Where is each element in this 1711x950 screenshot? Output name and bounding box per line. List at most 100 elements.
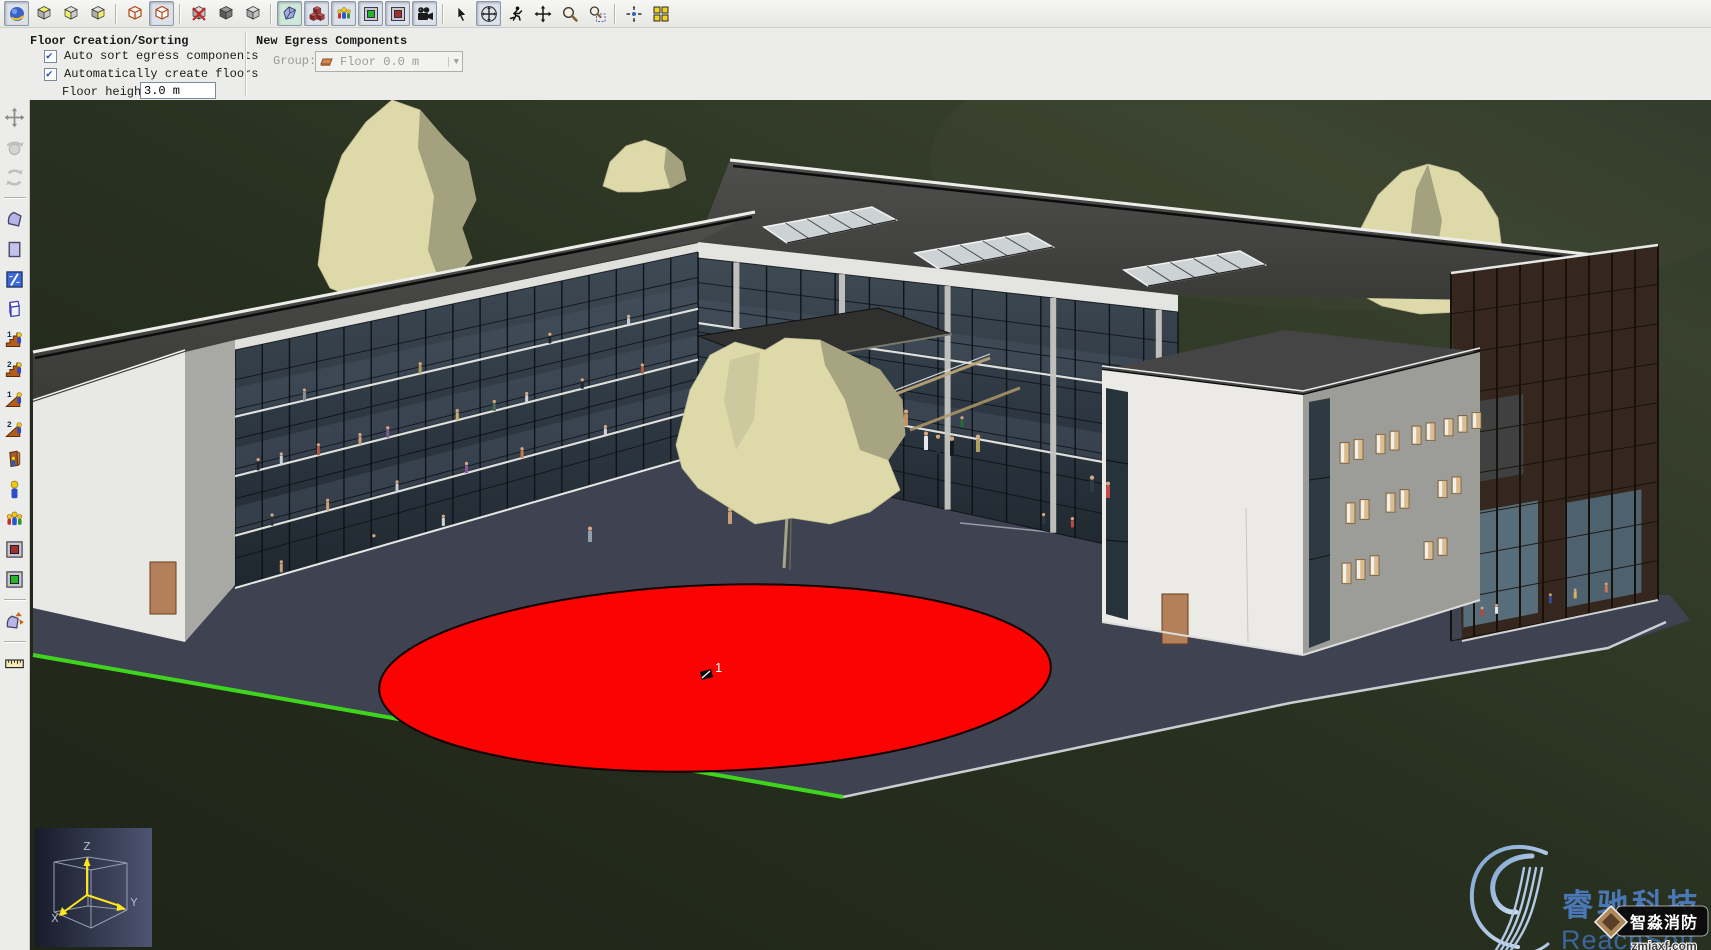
orbitArrow-icon [4, 137, 25, 158]
marker-label: 1 [715, 660, 722, 675]
ruler-icon [4, 653, 25, 674]
shard-icon [281, 5, 299, 23]
door-tool[interactable] [2, 446, 28, 472]
ramp-one-point-tool[interactable]: 1 [2, 386, 28, 412]
toolbar-separator [442, 4, 444, 24]
svg-text:2: 2 [7, 421, 12, 430]
stairs-one-point-tool[interactable]: 1 [2, 326, 28, 352]
move4-icon [4, 107, 25, 128]
fitGrid-icon [652, 5, 670, 23]
ramp1-icon: 1 [4, 389, 25, 410]
brown-glass-building[interactable] [1451, 245, 1658, 641]
cubeGray-icon [244, 5, 262, 23]
options-panel: Floor Creation/Sorting Auto sort egress … [0, 28, 1711, 101]
hidden-line-mode-button[interactable] [149, 1, 174, 26]
zoomMagBox-icon [588, 5, 606, 23]
person-icon [4, 479, 25, 500]
toolbar-separator [179, 4, 181, 24]
orbit-view-button[interactable] [4, 1, 29, 26]
entry-door-tool[interactable] [2, 566, 28, 592]
polygon-room-tool[interactable] [2, 206, 28, 232]
badge-url: zmjaxf.com [1631, 939, 1696, 950]
axis-gizmo[interactable]: ZYX [35, 828, 152, 947]
add-occupant-tool[interactable] [2, 476, 28, 502]
bricks-icon [308, 5, 326, 23]
cubeSide-icon [89, 5, 107, 23]
auto-create-checkbox[interactable] [44, 68, 57, 81]
cubeFront-icon [62, 5, 80, 23]
show-obstructions-toggle[interactable] [304, 1, 329, 26]
zoom-region-tool-button[interactable] [584, 1, 609, 26]
axis-x-label: X [51, 912, 58, 926]
floor-height-input[interactable] [140, 82, 216, 99]
badge-text: 智淼消防 [1630, 913, 1698, 932]
orbit-tool-button[interactable] [476, 1, 501, 26]
cubeDark-icon [217, 5, 235, 23]
measure-tool[interactable] [2, 650, 28, 676]
cubeX-icon [190, 5, 208, 23]
wireframe-mode-button[interactable] [122, 1, 147, 26]
zoomMag-icon [561, 5, 579, 23]
fit-view-button[interactable] [648, 1, 673, 26]
right-white-building[interactable] [1102, 330, 1481, 655]
toolbar-separator [270, 4, 272, 24]
drawing-toolbar: 1 2 1 2 [0, 100, 30, 950]
rectRoom-icon [4, 239, 25, 260]
floor-section-title: Floor Creation/Sorting [30, 34, 188, 48]
group-dropdown[interactable]: Floor 0.0 m ▼ [315, 51, 463, 72]
walkthrough-tool-button[interactable] [503, 1, 528, 26]
show-occupants-toggle[interactable] [331, 1, 356, 26]
doorRed-icon [4, 539, 25, 560]
orbit-view-tool [2, 134, 28, 160]
view-front-button[interactable] [58, 1, 83, 26]
pan-view-tool [2, 104, 28, 130]
hide-geometry-button[interactable] [186, 1, 211, 26]
zoom-tool-button[interactable] [557, 1, 582, 26]
solid-mode-button[interactable] [240, 1, 265, 26]
thin-wall-tool[interactable] [2, 266, 28, 292]
toolbar-separator [614, 4, 616, 24]
egress-section-title: New Egress Components [256, 34, 407, 48]
splitBlue-icon [4, 269, 25, 290]
view-side-button[interactable] [85, 1, 110, 26]
doorGreen-icon [4, 569, 25, 590]
doorTool-icon [4, 449, 25, 470]
sidebar-separator [4, 197, 26, 199]
exit-door-tool[interactable] [2, 536, 28, 562]
prism-icon [4, 299, 25, 320]
solid-dark-mode-button[interactable] [213, 1, 238, 26]
camera-icon [416, 5, 434, 23]
add-occupant-group-tool[interactable] [2, 506, 28, 532]
select-tool-button[interactable] [449, 1, 474, 26]
3d-viewport[interactable]: 1ZYX睿驰科技ReachSoft智淼消防zmjaxf.com [30, 100, 1711, 950]
cubeTop-icon [35, 5, 53, 23]
show-cameras-toggle[interactable] [412, 1, 437, 26]
panel-divider [245, 32, 247, 96]
reset-camera-button[interactable] [621, 1, 646, 26]
rectangle-room-tool[interactable] [2, 236, 28, 262]
toolbar-separator [115, 4, 117, 24]
stairs-two-point-tool[interactable]: 2 [2, 356, 28, 382]
show-terrain-toggle[interactable] [277, 1, 302, 26]
ramp-two-point-tool[interactable]: 2 [2, 416, 28, 442]
auto-sort-checkbox[interactable] [44, 50, 57, 63]
move-objects-tool[interactable] [2, 608, 28, 634]
floor-slab-icon [319, 56, 335, 68]
sidebar-separator [4, 641, 26, 643]
group-label: Group: [273, 54, 316, 68]
auto-create-label: Automatically create floors [64, 67, 258, 81]
orbitBlue-icon [8, 5, 26, 23]
runner-icon [507, 5, 525, 23]
axis-y-label: Y [130, 896, 137, 910]
show-entry-doors-toggle[interactable] [358, 1, 383, 26]
auto-sort-label: Auto sort egress components [64, 49, 258, 63]
show-exit-doors-toggle[interactable] [385, 1, 410, 26]
extrude-tool[interactable] [2, 296, 28, 322]
moveShape-icon [4, 611, 25, 632]
wireCube-icon [126, 5, 144, 23]
panCircle-icon [480, 5, 498, 23]
view-top-button[interactable] [31, 1, 56, 26]
svg-text:1: 1 [7, 331, 12, 340]
pan-tool-button[interactable] [530, 1, 555, 26]
group-value: Floor 0.0 m [340, 55, 419, 69]
